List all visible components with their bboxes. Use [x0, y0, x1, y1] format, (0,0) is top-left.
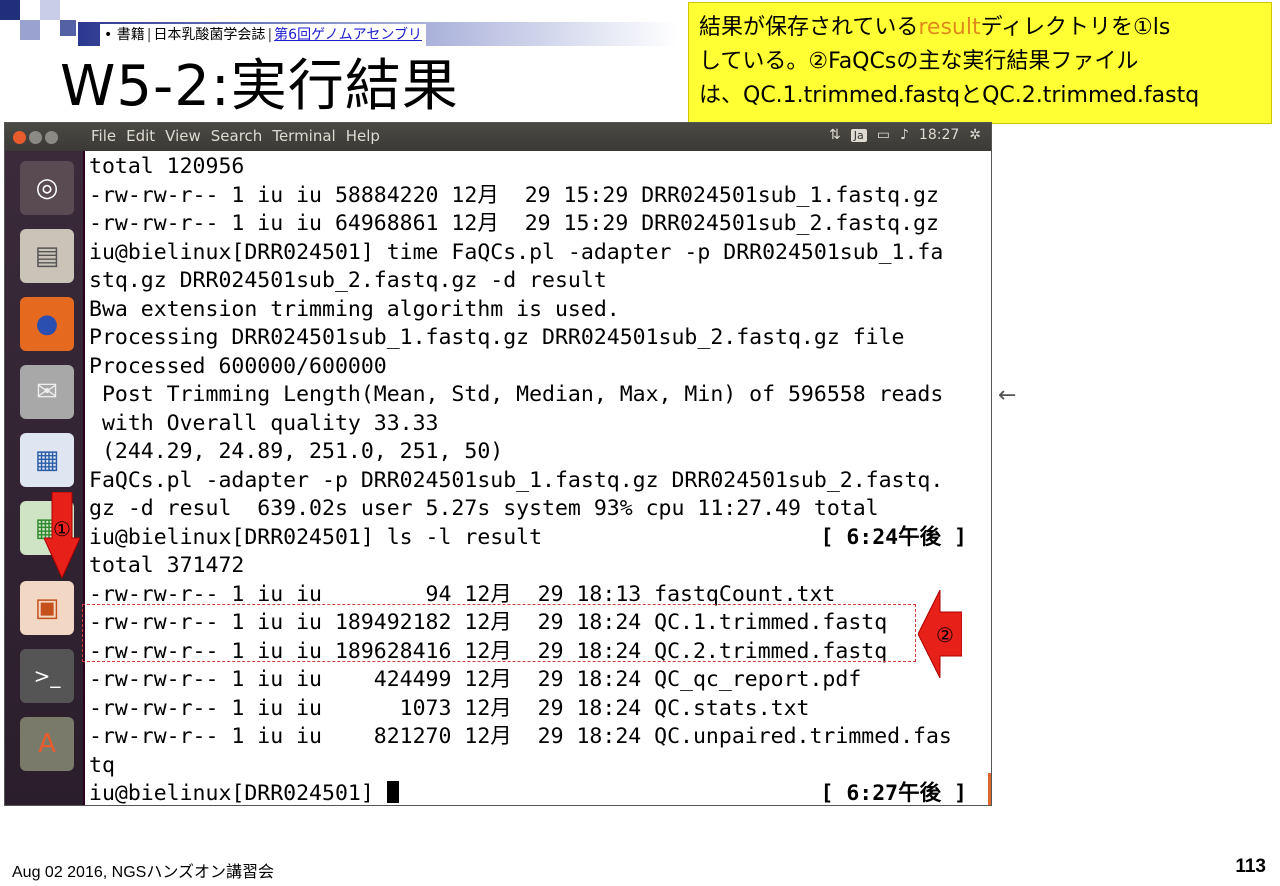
breadcrumb-link[interactable]: 第6回ゲノムアセンブリ	[274, 27, 422, 43]
writer-icon[interactable]: ▦	[20, 433, 74, 487]
terminal-line: iu@bielinux[DRR024501] ls -l result [ 6:2…	[89, 524, 987, 553]
minimize-button[interactable]	[29, 131, 42, 144]
terminal-line-text: total 120956	[89, 154, 245, 179]
marker-2: ②	[936, 623, 954, 647]
mail-icon[interactable]: ✉	[20, 365, 74, 419]
terminal-line-text: (244.29, 24.89, 251.0, 251, 50)	[89, 439, 504, 464]
volume-icon[interactable]: ♪	[900, 127, 909, 143]
terminal-window: File Edit View Search Terminal Help ⇅ Ja…	[4, 122, 992, 806]
note-text: は、QC.1.trimmed.fastqとQC.2.trimmed.fastq	[699, 83, 1200, 108]
terminal-line-text: -rw-rw-r-- 1 iu iu 94 12月 29 18:13 fastq…	[89, 581, 836, 607]
terminal-line: Processed 600000/600000	[89, 353, 987, 382]
clock[interactable]: 18:27	[919, 127, 959, 143]
arrow-marker: ←	[998, 383, 1017, 408]
decor-square	[40, 0, 60, 20]
terminal-line-text: -rw-rw-r-- 1 iu iu 1073 12月 29 18:24 QC.…	[89, 695, 810, 721]
system-tray: ⇅ Ja ▭ ♪ 18:27 ✲	[829, 127, 981, 143]
terminal-line-text: -rw-rw-r-- 1 iu iu 58884220 12月 29 15:29…	[89, 182, 939, 208]
menu-search[interactable]: Search	[211, 127, 263, 145]
menu-help[interactable]: Help	[346, 127, 380, 145]
right-prompt: [ 6:27午後 ]	[820, 781, 967, 805]
terminal-text: total 120956 -rw-rw-r-- 1 iu iu 58884220 …	[85, 151, 991, 805]
terminal-line-text: iu@bielinux[DRR024501] ls -l result	[89, 524, 543, 550]
marker-1: ①	[53, 517, 71, 541]
terminal-line-text: tq	[89, 752, 115, 778]
terminal-line-text: Bwa extension trimming algorithm is used…	[89, 296, 620, 322]
terminal-line: -rw-rw-r-- 1 iu iu 64968861 12月 29 15:29…	[89, 210, 987, 239]
note-text: ディレクトリを①ls	[980, 15, 1171, 40]
terminal-line-text: Processing DRR024501sub_1.fastq.gz DRR02…	[89, 325, 905, 350]
menu-terminal[interactable]: Terminal	[272, 127, 335, 145]
red-arrow-down-icon: ①	[44, 492, 80, 578]
terminal-line-text: -rw-rw-r-- 1 iu iu 64968861 12月 29 15:29…	[89, 211, 939, 236]
terminal-line: -rw-rw-r-- 1 iu iu 58884220 12月 29 15:29…	[89, 182, 987, 211]
network-icon[interactable]: ⇅	[829, 127, 841, 143]
maximize-button[interactable]	[45, 131, 58, 144]
terminal-line-text: Processed 600000/600000	[89, 353, 387, 379]
text-cursor	[386, 781, 399, 803]
terminal-line: -rw-rw-r-- 1 iu iu 821270 12月 29 18:24 Q…	[89, 723, 987, 752]
footer-text: Aug 02 2016, NGSハンズオン講習会	[12, 864, 274, 881]
impress-icon[interactable]: ▣	[20, 581, 74, 635]
battery-icon[interactable]: ▭	[877, 127, 890, 143]
terminal-line-text: iu@bielinux[DRR024501] time FaQCs.pl -ad…	[89, 239, 944, 265]
terminal-line: with Overall quality 33.33	[89, 410, 987, 439]
red-arrow-left-icon: ②	[918, 590, 962, 678]
breadcrumb-item: 書籍	[116, 27, 145, 43]
note-text: 結果が保存されている	[699, 15, 919, 40]
slide-title: W5-2:実行結果	[60, 54, 459, 119]
terminal-line: iu@bielinux[DRR024501] time FaQCs.pl -ad…	[89, 239, 987, 268]
terminal-line: tq	[89, 752, 987, 781]
decor-square	[60, 20, 76, 36]
terminal-line: total 371472	[89, 552, 987, 581]
decor-square	[0, 0, 20, 20]
files-icon[interactable]: ▤	[20, 229, 74, 283]
terminal-line: FaQCs.pl -adapter -p DRR024501sub_1.fast…	[89, 467, 987, 496]
terminal-line: Post Trimming Length(Mean, Std, Median, …	[89, 381, 987, 410]
decor-square	[20, 20, 40, 40]
terminal-line: -rw-rw-r-- 1 iu iu 1073 12月 29 18:24 QC.…	[89, 695, 987, 724]
scroll-marker	[988, 773, 991, 805]
right-prompt: [ 6:24午後 ]	[820, 524, 967, 550]
breadcrumb-item: 日本乳酸菌学会誌	[153, 27, 266, 43]
firefox-icon[interactable]: ●	[20, 297, 74, 351]
menu-view[interactable]: View	[165, 127, 201, 145]
software-center-icon[interactable]: A	[20, 717, 74, 771]
terminal-line-text: iu@bielinux[DRR024501]	[89, 781, 387, 805]
dash-home-icon[interactable]: ◎	[20, 161, 74, 215]
terminal-line: Bwa extension trimming algorithm is used…	[89, 296, 987, 325]
note-text: している。②FaQCsの主な実行結果ファイル	[699, 49, 1139, 74]
terminal-line-text: -rw-rw-r-- 1 iu iu 821270 12月 29 18:24 Q…	[89, 724, 952, 749]
callout-note: 結果が保存されているresultディレクトリを①ls している。②FaQCsの主…	[688, 2, 1272, 124]
terminal-line: Processing DRR024501sub_1.fastq.gz DRR02…	[89, 324, 987, 353]
note-highlight: result	[918, 15, 981, 40]
terminal-line-text: with Overall quality 33.33	[89, 410, 439, 436]
menu-file[interactable]: File	[91, 127, 116, 145]
terminal-line-text: total 371472	[89, 553, 245, 578]
terminal-line-text: stq.gz DRR024501sub_2.fastq.gz -d result	[89, 268, 607, 293]
terminal-line: total 120956	[89, 153, 987, 182]
gear-icon[interactable]: ✲	[969, 127, 981, 143]
close-button[interactable]	[13, 131, 26, 144]
terminal-line-text: -rw-rw-r-- 1 iu iu 424499 12月 29 18:24 Q…	[89, 667, 862, 692]
terminal-line: -rw-rw-r-- 1 iu iu 424499 12月 29 18:24 Q…	[89, 666, 987, 695]
page-number: 113	[1235, 856, 1266, 877]
terminal-output[interactable]: total 120956 -rw-rw-r-- 1 iu iu 58884220 …	[85, 151, 991, 805]
terminal-line-text: Post Trimming Length(Mean, Std, Median, …	[89, 382, 944, 407]
terminal-line: (244.29, 24.89, 251.0, 251, 50)	[89, 438, 987, 467]
terminal-line-text: gz -d resul 639.02s user 5.27s system 93…	[89, 496, 879, 521]
terminal-icon[interactable]: >_	[20, 649, 74, 703]
title-bar: File Edit View Search Terminal Help ⇅ Ja…	[5, 123, 991, 151]
terminal-line: stq.gz DRR024501sub_2.fastq.gz -d result	[89, 267, 987, 296]
terminal-line: gz -d resul 639.02s user 5.27s system 93…	[89, 495, 987, 524]
launcher-sidebar: ◎ ▤ ● ✉ ▦ ▦ ▣ >_ A	[5, 151, 83, 805]
input-method-indicator[interactable]: Ja	[850, 128, 867, 142]
terminal-line: iu@bielinux[DRR024501] [ 6:27午後 ]	[89, 780, 987, 805]
breadcrumb: • 書籍 | 日本乳酸菌学会誌 | 第6回ゲノムアセンブリ	[100, 24, 426, 46]
highlight-box	[82, 604, 916, 662]
menu-bar: File Edit View Search Terminal Help	[91, 127, 380, 145]
menu-edit[interactable]: Edit	[126, 127, 155, 145]
terminal-line-text: FaQCs.pl -adapter -p DRR024501sub_1.fast…	[89, 467, 944, 493]
